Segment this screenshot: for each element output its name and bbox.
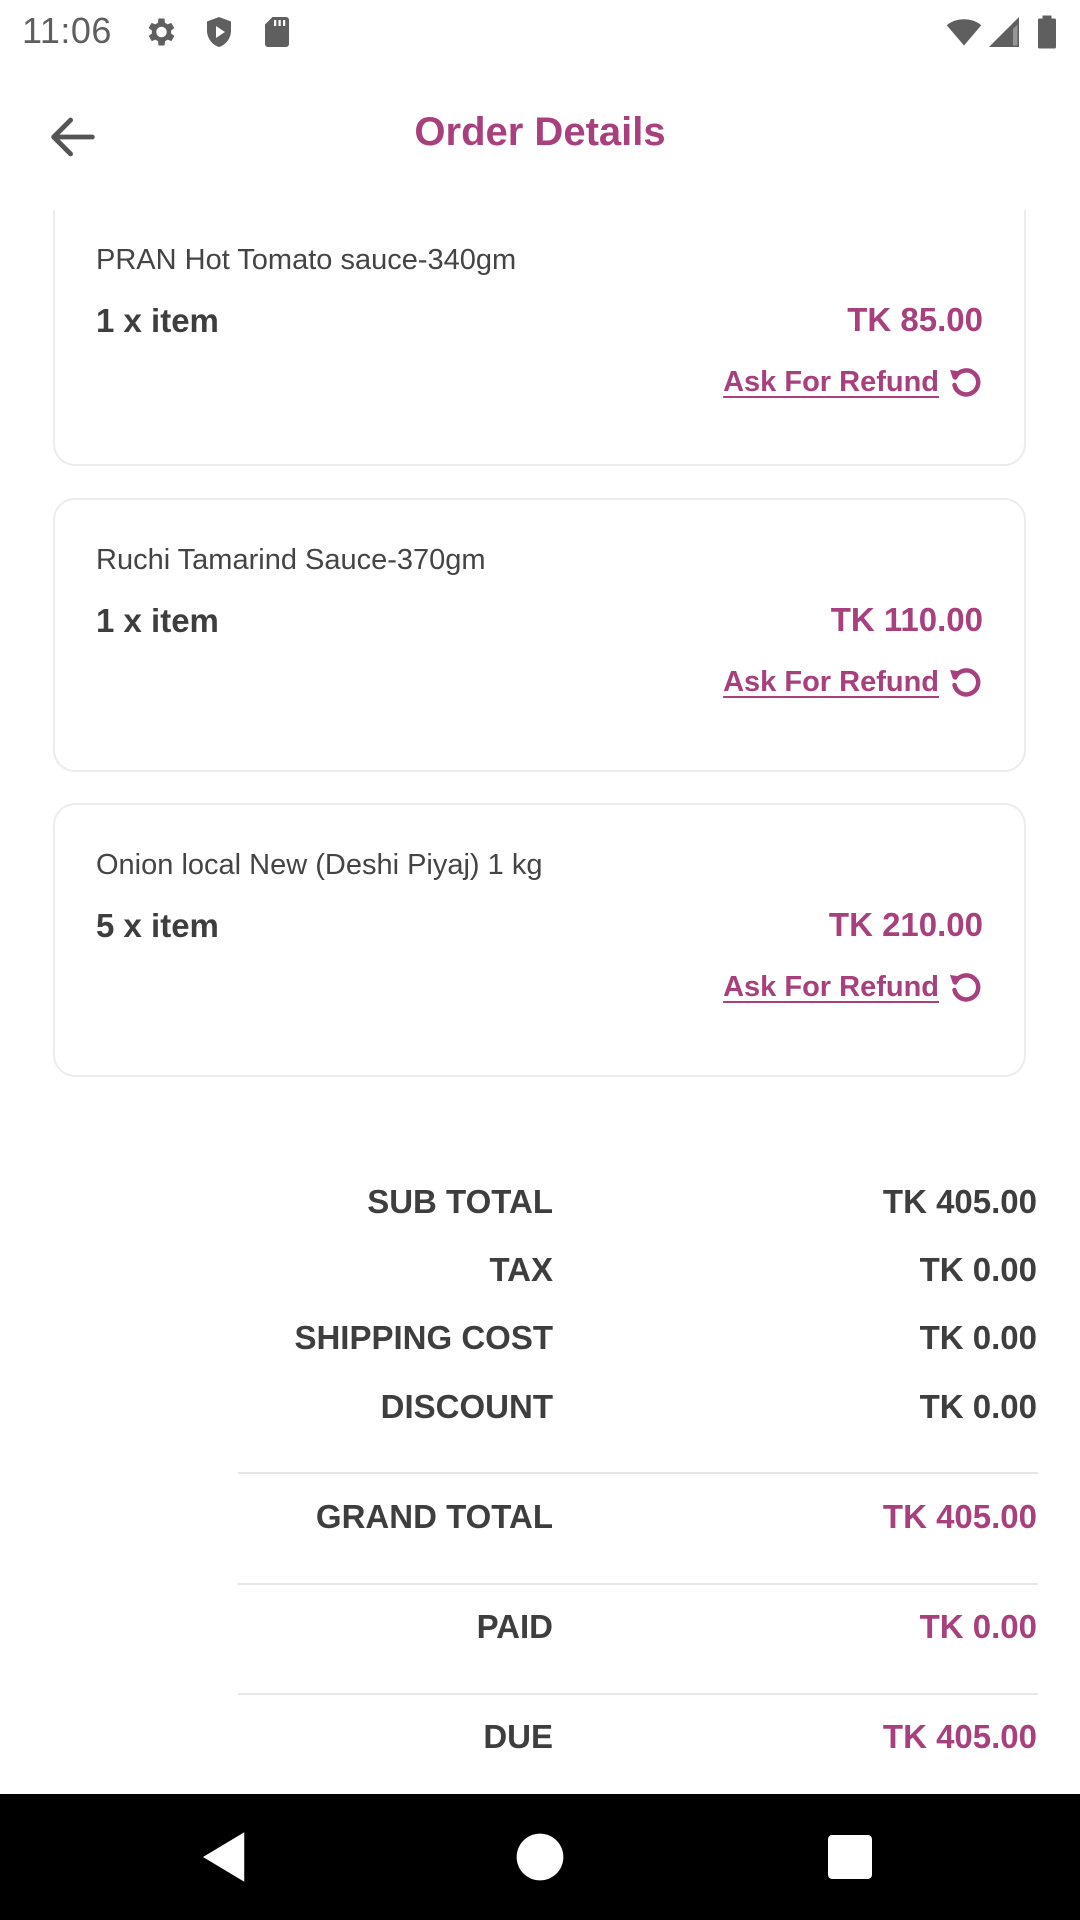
item-quantity: 1 x item xyxy=(96,602,219,639)
order-item-card: Onion local New (Deshi Piyaj) 1 kg 5 x i… xyxy=(53,803,1026,1077)
summary-divider xyxy=(238,1583,1038,1585)
summary-divider xyxy=(238,1693,1038,1695)
paid-label: PAID xyxy=(476,1608,553,1645)
refund-label: Ask For Refund xyxy=(723,665,939,698)
item-name: Ruchi Tamarind Sauce-370gm xyxy=(96,544,486,576)
refund-icon xyxy=(950,368,981,397)
discount-value: TK 0.00 xyxy=(919,1388,1037,1425)
item-name: Onion local New (Deshi Piyaj) 1 kg xyxy=(96,849,543,881)
signal-icon xyxy=(989,17,1019,47)
app-bar: Order Details xyxy=(0,62,1080,210)
tax-label: TAX xyxy=(489,1251,553,1288)
due-value: TK 405.00 xyxy=(882,1718,1037,1755)
item-price: TK 110.00 xyxy=(830,601,983,638)
nav-recents-button[interactable] xyxy=(817,1824,883,1890)
nav-back-button[interactable] xyxy=(192,1824,258,1890)
refund-label: Ask For Refund xyxy=(723,365,939,398)
order-content[interactable]: PRAN Hot Tomato sauce-340gm 1 x item TK … xyxy=(0,210,1080,1794)
grand-total-value: TK 405.00 xyxy=(882,1498,1037,1535)
home-circle-icon xyxy=(516,1833,564,1881)
ask-for-refund-button[interactable]: Ask For Refund xyxy=(723,969,983,1005)
page-title: Order Details xyxy=(414,110,666,154)
battery-icon xyxy=(1038,15,1056,49)
due-label: DUE xyxy=(483,1718,553,1755)
status-time: 11:06 xyxy=(22,10,112,51)
grand-total-label: GRAND TOTAL xyxy=(315,1498,553,1535)
sub-total-value: TK 405.00 xyxy=(882,1183,1037,1220)
shipping-cost-label: SHIPPING COST xyxy=(294,1319,553,1356)
back-triangle-icon xyxy=(203,1832,245,1882)
refund-label: Ask For Refund xyxy=(723,970,939,1003)
shield-icon xyxy=(207,17,231,47)
item-price: TK 85.00 xyxy=(847,301,983,338)
paid-value: TK 0.00 xyxy=(919,1608,1037,1645)
nav-home-button[interactable] xyxy=(507,1824,573,1890)
ask-for-refund-button[interactable]: Ask For Refund xyxy=(723,364,983,400)
item-name: PRAN Hot Tomato sauce-340gm xyxy=(96,244,517,276)
settings-icon xyxy=(148,18,175,46)
refund-icon xyxy=(950,973,981,1002)
order-item-card: Ruchi Tamarind Sauce-370gm 1 x item TK 1… xyxy=(53,498,1026,772)
refund-icon xyxy=(950,668,981,697)
shipping-cost-value: TK 0.00 xyxy=(919,1319,1037,1356)
order-item-card: PRAN Hot Tomato sauce-340gm 1 x item TK … xyxy=(53,210,1026,466)
sub-total-label: SUB TOTAL xyxy=(367,1183,553,1220)
wifi-icon xyxy=(946,19,982,46)
item-quantity: 5 x item xyxy=(96,907,219,944)
system-nav-bar xyxy=(0,1794,1080,1920)
status-bar: 11:06 xyxy=(0,0,1080,62)
discount-label: DISCOUNT xyxy=(380,1388,553,1425)
ask-for-refund-button[interactable]: Ask For Refund xyxy=(723,664,983,700)
recents-square-icon xyxy=(828,1835,872,1879)
tax-value: TK 0.00 xyxy=(919,1251,1037,1288)
item-quantity: 1 x item xyxy=(96,302,219,339)
item-price: TK 210.00 xyxy=(828,906,983,943)
sd-card-icon xyxy=(265,17,289,47)
summary-divider xyxy=(238,1472,1038,1474)
